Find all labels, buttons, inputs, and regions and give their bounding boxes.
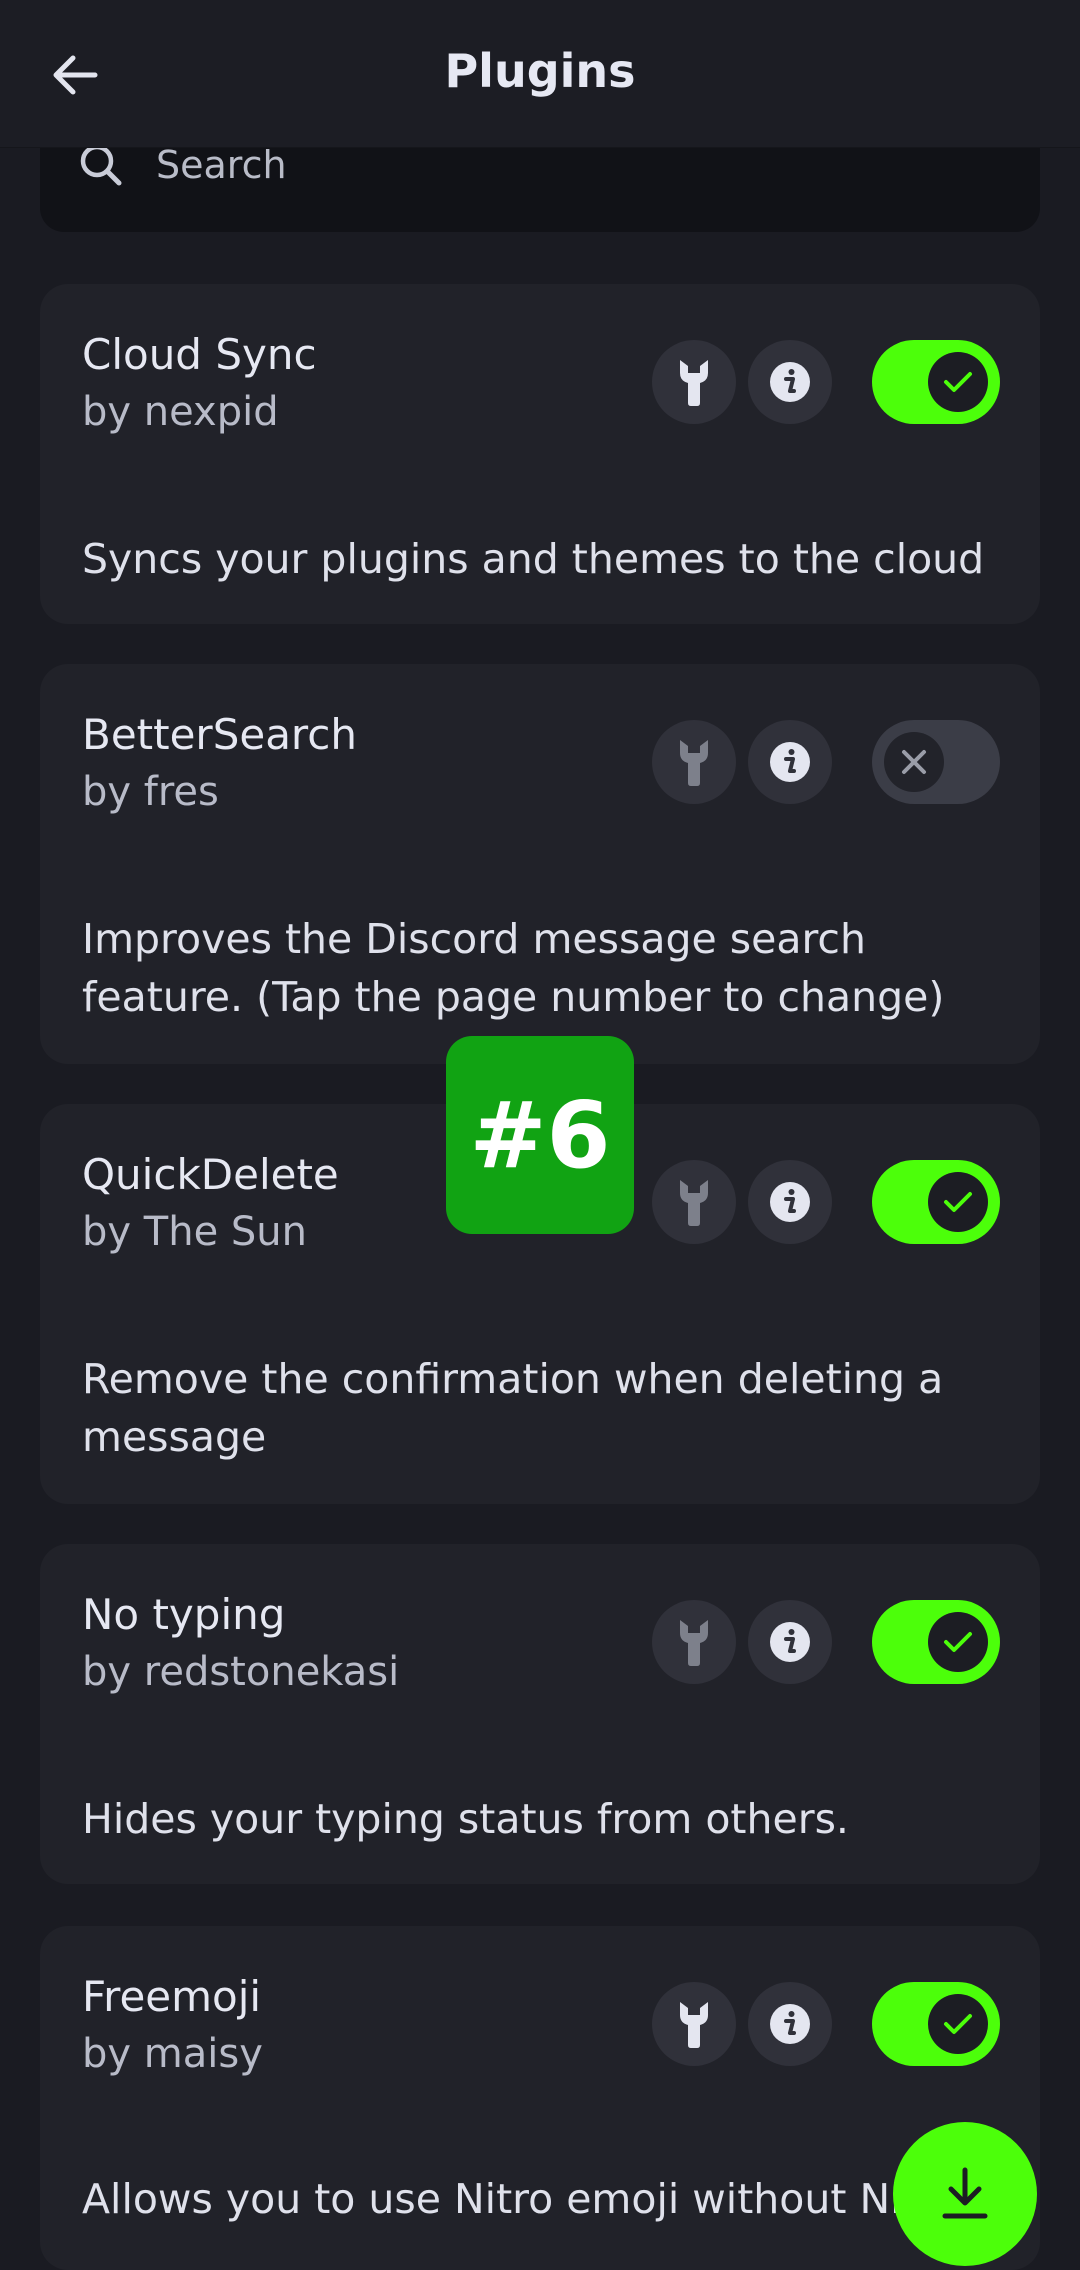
settings-button[interactable] xyxy=(652,340,736,424)
toggle-knob xyxy=(884,732,944,792)
info-icon xyxy=(770,2004,810,2044)
enable-toggle[interactable] xyxy=(872,1982,1000,2066)
settings-button[interactable] xyxy=(652,720,736,804)
info-button[interactable] xyxy=(748,720,832,804)
plugin-name: BetterSearch xyxy=(82,710,357,759)
info-icon xyxy=(770,1622,810,1662)
plugin-description: Improves the Discord message search feat… xyxy=(82,910,1002,1026)
download-icon xyxy=(942,2167,988,2219)
plugin-description: Allows you to use Nitro emoji without Ni xyxy=(82,2170,1002,2228)
info-icon xyxy=(770,362,810,402)
search-placeholder: Search xyxy=(156,143,287,187)
info-icon xyxy=(770,1182,810,1222)
plugin-card-cloud-sync: Cloud Sync by nexpid Syncs your plugins … xyxy=(40,284,1040,624)
toggle-knob xyxy=(928,352,988,412)
info-icon xyxy=(770,742,810,782)
enable-toggle[interactable] xyxy=(872,340,1000,424)
description-line: Remove the confirmation when deleting a xyxy=(82,1355,944,1403)
toggle-knob xyxy=(928,1172,988,1232)
close-icon xyxy=(902,750,926,774)
description-line: feature. (Tap the page number to change) xyxy=(82,973,945,1021)
enable-toggle[interactable] xyxy=(872,1160,1000,1244)
info-button[interactable] xyxy=(748,340,832,424)
info-button[interactable] xyxy=(748,1160,832,1244)
plugin-name: QuickDelete xyxy=(82,1150,339,1199)
info-button[interactable] xyxy=(748,1982,832,2066)
toggle-knob xyxy=(928,1994,988,2054)
enable-toggle[interactable] xyxy=(872,1600,1000,1684)
plugin-description: Remove the confirmation when deleting a … xyxy=(82,1350,1002,1466)
plugin-name: Cloud Sync xyxy=(82,330,317,379)
description-line: Hides your typing status from others. xyxy=(82,1795,849,1843)
plugin-name: No typing xyxy=(82,1590,286,1639)
plugin-card-no-typing: No typing by redstonekasi Hides your typ… xyxy=(40,1544,1040,1884)
wrench-icon xyxy=(680,1180,708,1226)
settings-button[interactable] xyxy=(652,1982,736,2066)
wrench-icon xyxy=(680,360,708,406)
plugin-description: Syncs your plugins and themes to the clo… xyxy=(82,530,1002,588)
enable-toggle[interactable] xyxy=(872,720,1000,804)
description-line: Allows you to use Nitro emoji without Ni xyxy=(82,2175,902,2223)
check-icon xyxy=(944,372,972,392)
install-plugin-button[interactable] xyxy=(893,2122,1037,2266)
plugin-description: Hides your typing status from others. xyxy=(82,1790,1002,1848)
header-bar: Plugins xyxy=(0,0,1080,148)
check-icon xyxy=(944,2014,972,2034)
info-button[interactable] xyxy=(748,1600,832,1684)
check-icon xyxy=(944,1192,972,1212)
settings-button[interactable] xyxy=(652,1160,736,1244)
description-line: Improves the Discord message search xyxy=(82,915,866,963)
wrench-icon xyxy=(680,1620,708,1666)
search-icon xyxy=(80,144,122,186)
plugin-name: Freemoji xyxy=(82,1972,262,2021)
settings-button[interactable] xyxy=(652,1600,736,1684)
description-line: message xyxy=(82,1413,267,1461)
plugin-author: by nexpid xyxy=(82,389,279,435)
plugin-author: by The Sun xyxy=(82,1209,307,1255)
wrench-icon xyxy=(680,2002,708,2048)
plugin-author: by fres xyxy=(82,769,219,815)
wrench-icon xyxy=(680,740,708,786)
plugin-author: by redstonekasi xyxy=(82,1649,400,1695)
plugin-card-freemoji: Freemoji by maisy Allows you to use Nitr… xyxy=(40,1926,1040,2270)
toggle-knob xyxy=(928,1612,988,1672)
description-line: Syncs your plugins and themes to the clo… xyxy=(82,535,985,583)
plugin-card-bettersearch: BetterSearch by fres Improves the Discor… xyxy=(40,664,1040,1064)
step-number-badge: #6 xyxy=(446,1036,634,1234)
check-icon xyxy=(944,1632,972,1652)
page-title: Plugins xyxy=(444,44,636,98)
plugin-author: by maisy xyxy=(82,2031,263,2077)
